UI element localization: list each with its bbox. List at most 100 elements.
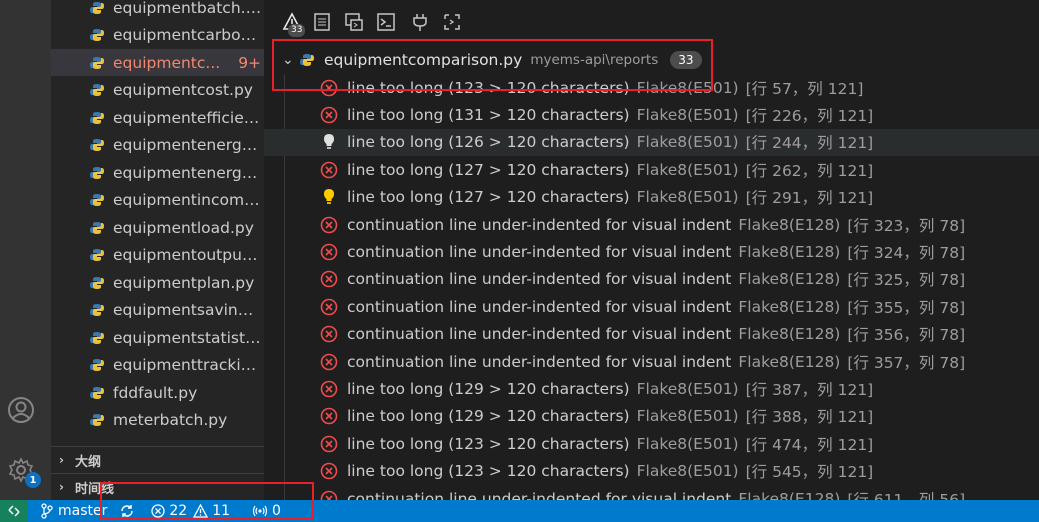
problem-item[interactable]: line too long (127 > 120 characters) Flak… <box>264 156 1039 183</box>
python-file-icon <box>89 83 105 97</box>
python-file-icon <box>89 331 105 345</box>
file-item[interactable]: equipmentefficienc... <box>51 104 264 131</box>
problem-location: [行 611，列 56] <box>847 490 966 501</box>
file-item[interactable]: equipmentcarbon.py <box>51 22 264 49</box>
problem-source: Flake8(E501) <box>636 407 739 426</box>
problem-source: Flake8(E128) <box>738 297 841 316</box>
problem-item[interactable]: continuation line under-indented for vis… <box>264 321 1039 348</box>
problem-location: [行 324，列 78] <box>847 243 966 262</box>
ports-plug-icon[interactable] <box>408 10 432 34</box>
problem-item[interactable]: continuation line under-indented for vis… <box>264 211 1039 238</box>
file-item[interactable]: equipmentenergyit... <box>51 159 264 186</box>
problem-message: continuation line under-indented for vis… <box>347 325 732 344</box>
file-item[interactable]: equipmentstatistic... <box>51 324 264 351</box>
file-item[interactable]: equipmentincome.... <box>51 187 264 214</box>
problem-item[interactable]: continuation line under-indented for vis… <box>264 238 1039 265</box>
git-branch-icon <box>41 503 53 519</box>
problem-location: [行 291，列 121] <box>745 189 874 208</box>
file-name: equipmenttracking... <box>113 356 263 374</box>
problem-location: [行 226，列 121] <box>745 106 874 125</box>
problem-message: line too long (129 > 120 characters) <box>347 407 630 426</box>
problem-source: Flake8(E501) <box>636 133 739 152</box>
chevron-right-icon: › <box>59 480 64 494</box>
gear-icon[interactable]: 1 <box>5 454 41 488</box>
file-name: equipmentefficienc... <box>113 108 263 127</box>
file-item[interactable]: equipmentoutput.py <box>51 242 264 269</box>
terminal-icon[interactable] <box>374 10 398 34</box>
python-file-icon <box>89 221 105 235</box>
problem-item[interactable]: continuation line under-indented for vis… <box>264 266 1039 293</box>
file-item[interactable]: equipmenttracking... <box>51 352 264 379</box>
python-file-icon <box>89 138 105 152</box>
file-name: equipmentenergyit... <box>113 163 263 182</box>
problem-message: line too long (127 > 120 characters) <box>347 160 630 179</box>
file-error-count: 9+ <box>238 53 262 72</box>
explorer-panel: equipmentbatch.py equipmentcarbon.py equip… <box>51 0 264 500</box>
problem-item[interactable]: line too long (127 > 120 characters) Flak… <box>264 184 1039 211</box>
branch-item[interactable]: master <box>40 503 107 519</box>
python-file-icon <box>89 276 105 290</box>
activity-bar: 1 <box>0 0 51 500</box>
python-file-icon <box>89 56 105 70</box>
problem-message: line too long (129 > 120 characters) <box>347 379 630 398</box>
problem-source: Flake8(E128) <box>738 352 841 371</box>
debug-console-icon[interactable] <box>342 10 366 34</box>
problem-message: line too long (127 > 120 characters) <box>347 188 630 207</box>
file-item[interactable]: equipmentc... 9+ <box>51 49 264 76</box>
lightbulb-icon <box>320 188 338 206</box>
file-name: equipmentsaving.py <box>113 301 263 319</box>
problem-location: [行 57，列 121] <box>745 79 864 98</box>
file-name: meterbatch.py <box>113 411 228 429</box>
problem-source: Flake8(E128) <box>738 325 841 344</box>
problem-item[interactable]: line too long (123 > 120 characters) Flak… <box>264 458 1039 485</box>
problem-location: [行 356，列 78] <box>847 326 966 345</box>
problem-item[interactable]: line too long (123 > 120 characters) Flak… <box>264 430 1039 457</box>
problem-item[interactable]: line too long (129 > 120 characters) Flak… <box>264 403 1039 430</box>
python-file-icon <box>89 166 105 180</box>
file-item[interactable]: equipmentbatch.py <box>51 0 264 21</box>
error-icon <box>320 298 338 316</box>
problem-location: [行 244，列 121] <box>745 134 874 153</box>
problem-location: [行 355，列 78] <box>847 298 966 317</box>
outline-label: 大纲 <box>75 454 102 470</box>
comments-icon[interactable] <box>440 10 464 34</box>
python-file-icon <box>89 358 105 372</box>
problem-location: [行 262，列 121] <box>745 161 874 180</box>
problem-location: [行 474，列 121] <box>745 435 874 454</box>
chevron-right-icon: › <box>59 453 64 467</box>
problems-warning-icon[interactable]: 33 <box>280 10 306 37</box>
file-item[interactable]: equipmentload.py <box>51 214 264 241</box>
file-item[interactable]: fddfault.py <box>51 379 264 406</box>
problem-message: continuation line under-indented for vis… <box>347 297 732 316</box>
account-icon[interactable] <box>5 394 37 426</box>
problem-item[interactable]: line too long (126 > 120 characters) Flak… <box>264 128 1039 156</box>
problem-item[interactable]: continuation line under-indented for vis… <box>264 485 1039 500</box>
error-icon <box>320 490 338 500</box>
problem-source: Flake8(E128) <box>738 489 841 501</box>
panel-toolbar: 33 <box>264 0 1039 44</box>
error-icon <box>320 462 338 480</box>
problem-source: Flake8(E501) <box>636 434 739 453</box>
problem-item[interactable]: line too long (131 > 120 characters) Flak… <box>264 101 1039 128</box>
file-name: equipmentoutput.py <box>113 246 263 264</box>
problem-item[interactable]: continuation line under-indented for vis… <box>264 348 1039 375</box>
file-name: equipmentload.py <box>113 218 254 237</box>
file-name: equipmentcost.py <box>113 81 253 99</box>
problem-item[interactable]: line too long (129 > 120 characters) Flak… <box>264 375 1039 402</box>
problem-message: continuation line under-indented for vis… <box>347 242 732 261</box>
file-item[interactable]: meterbatch.py <box>51 407 264 434</box>
file-item[interactable]: equipmentenergyc... <box>51 132 264 159</box>
file-item[interactable]: equipmentplan.py <box>51 269 264 296</box>
file-item[interactable]: equipmentcost.py <box>51 77 264 104</box>
problem-source: Flake8(E501) <box>636 379 739 398</box>
problem-source: Flake8(E128) <box>738 270 841 289</box>
problem-message: line too long (123 > 120 characters) <box>347 434 630 453</box>
problem-location: [行 323，列 78] <box>847 216 966 235</box>
problem-item[interactable]: continuation line under-indented for vis… <box>264 293 1039 320</box>
file-item[interactable]: equipmentsaving.py <box>51 297 264 324</box>
problem-message: line too long (126 > 120 characters) <box>347 133 630 152</box>
remote-indicator-icon[interactable] <box>0 500 28 522</box>
output-icon[interactable] <box>310 10 334 34</box>
outline-section[interactable]: › 大纲 <box>51 446 264 473</box>
problem-location: [行 387，列 121] <box>745 380 874 399</box>
